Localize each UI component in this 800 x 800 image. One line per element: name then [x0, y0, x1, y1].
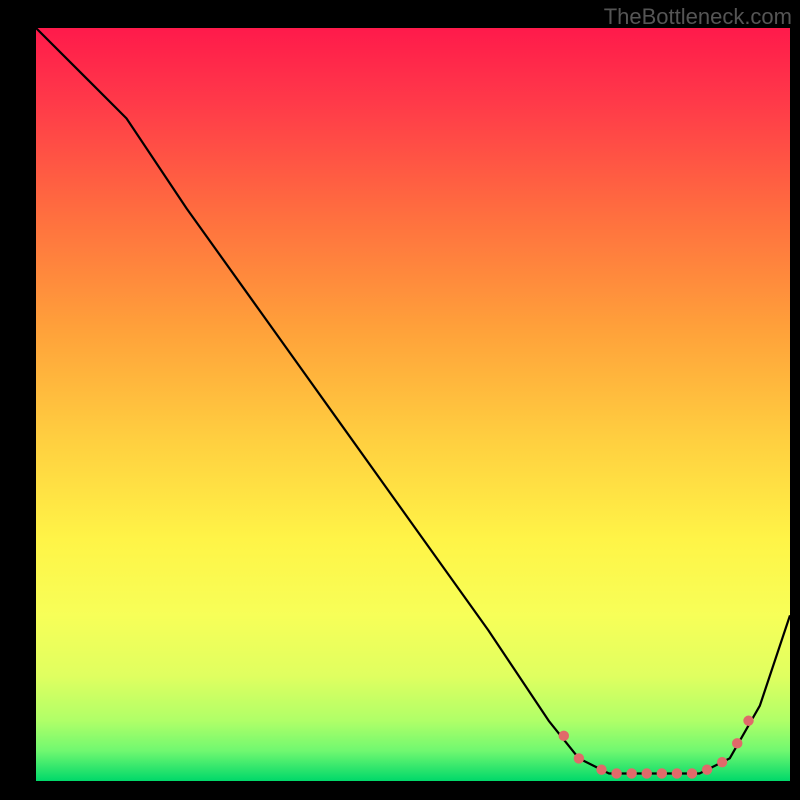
marker-dot [611, 768, 621, 778]
plot-background [36, 28, 790, 781]
marker-dot [657, 768, 667, 778]
marker-dot [732, 738, 742, 748]
marker-dot [672, 768, 682, 778]
marker-dot [626, 768, 636, 778]
marker-dot [743, 716, 753, 726]
marker-dot [642, 768, 652, 778]
marker-dot [687, 768, 697, 778]
chart-svg [0, 0, 800, 800]
marker-dot [596, 765, 606, 775]
marker-dot [717, 757, 727, 767]
chart-container: TheBottleneck.com [0, 0, 800, 800]
watermark-text: TheBottleneck.com [604, 4, 792, 30]
marker-dot [559, 731, 569, 741]
marker-dot [574, 753, 584, 763]
marker-dot [702, 765, 712, 775]
